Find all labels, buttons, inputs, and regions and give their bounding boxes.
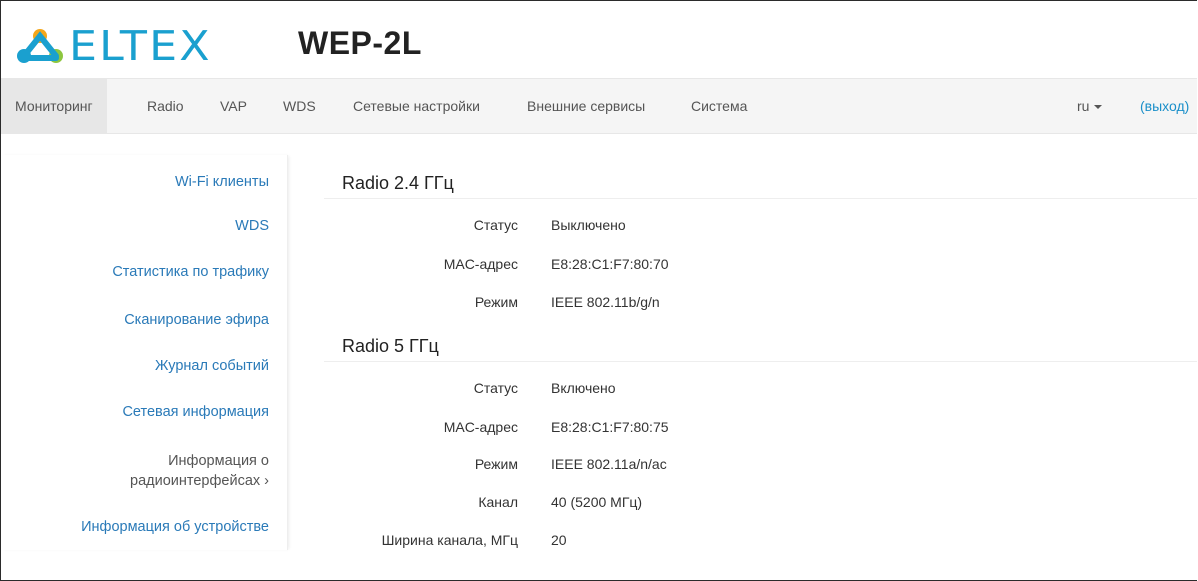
sidebar-item-network-info[interactable]: Сетевая информация (122, 402, 269, 422)
sidebar-item-device-info[interactable]: Информация об устройстве (81, 517, 269, 537)
nav-tab-vap[interactable]: VAP (220, 79, 247, 133)
nav-tab-radio[interactable]: Radio (147, 79, 184, 133)
sidebar-item-wifi-clients[interactable]: Wi-Fi клиенты (175, 172, 269, 192)
radio24-status-label: Статус (473, 217, 518, 233)
sidebar-item-radio-info-line2: радиоинтерфейсах › (130, 473, 269, 489)
radio5-mode-value: IEEE 802.11a/n/ac (551, 456, 667, 472)
radio5-channel-value: 40 (5200 МГц) (551, 494, 643, 510)
language-dropdown[interactable]: ru (1077, 79, 1103, 133)
radio24-mac-label: MAC-адрес (443, 256, 518, 272)
top-navbar: Мониторинг Radio VAP WDS Сетевые настрой… (1, 78, 1197, 134)
radio5-mac-value: E8:28:C1:F7:80:75 (551, 419, 669, 435)
radio24-divider (324, 198, 1197, 199)
radio5-bandwidth-value: 20 (551, 532, 567, 548)
sidebar-item-air-scan[interactable]: Сканирование эфира (124, 310, 269, 330)
radio5-title: Radio 5 ГГц (342, 336, 439, 356)
nav-tab-system[interactable]: Система (691, 79, 747, 133)
eltex-logo-icon (17, 29, 63, 63)
nav-tab-monitoring[interactable]: Мониторинг (1, 79, 107, 133)
radio5-divider (324, 361, 1197, 362)
eltex-logo[interactable]: ELTEX (15, 21, 210, 71)
radio24-title: Radio 2.4 ГГц (342, 173, 454, 193)
sidebar-item-traffic-stats[interactable]: Статистика по трафику (112, 262, 269, 282)
radio5-mode-label: Режим (474, 456, 518, 472)
radio5-status-value: Включено (551, 380, 616, 396)
radio5-mac-label: MAC-адрес (443, 419, 518, 435)
nav-tab-network-settings[interactable]: Сетевые настройки (353, 79, 480, 133)
radio24-status-value: Выключено (551, 217, 626, 233)
app-window: ELTEX WEP-2L Мониторинг Radio VAP WDS Се… (0, 0, 1197, 581)
nav-tab-external-services[interactable]: Внешние сервисы (527, 79, 645, 133)
radio24-mode-value: IEEE 802.11b/g/n (551, 294, 660, 310)
sidebar-item-wds[interactable]: WDS (235, 216, 269, 236)
nav-tab-wds[interactable]: WDS (283, 79, 316, 133)
sidebar-item-event-log[interactable]: Журнал событий (155, 356, 269, 376)
radio24-mode-label: Режим (474, 294, 518, 310)
sidebar: Wi-Fi клиенты WDS Статистика по трафику … (1, 155, 288, 550)
sidebar-item-radio-info-line1: Информация о (168, 453, 269, 469)
radio5-status-label: Статус (473, 380, 518, 396)
device-title: WEP-2L (298, 25, 422, 61)
radio24-mac-value: E8:28:C1:F7:80:70 (551, 256, 669, 272)
caret-down-icon (1094, 105, 1103, 110)
language-label: ru (1077, 98, 1090, 114)
sidebar-item-radio-info[interactable]: Информация о радиоинтерфейсах › (130, 451, 269, 491)
logo-text: ELTEX (69, 21, 212, 70)
logout-link[interactable]: (выход) (1140, 79, 1189, 133)
header: ELTEX WEP-2L (1, 1, 1197, 78)
radio5-channel-label: Канал (478, 494, 518, 510)
radio5-bandwidth-label: Ширина канала, МГц (381, 532, 518, 548)
